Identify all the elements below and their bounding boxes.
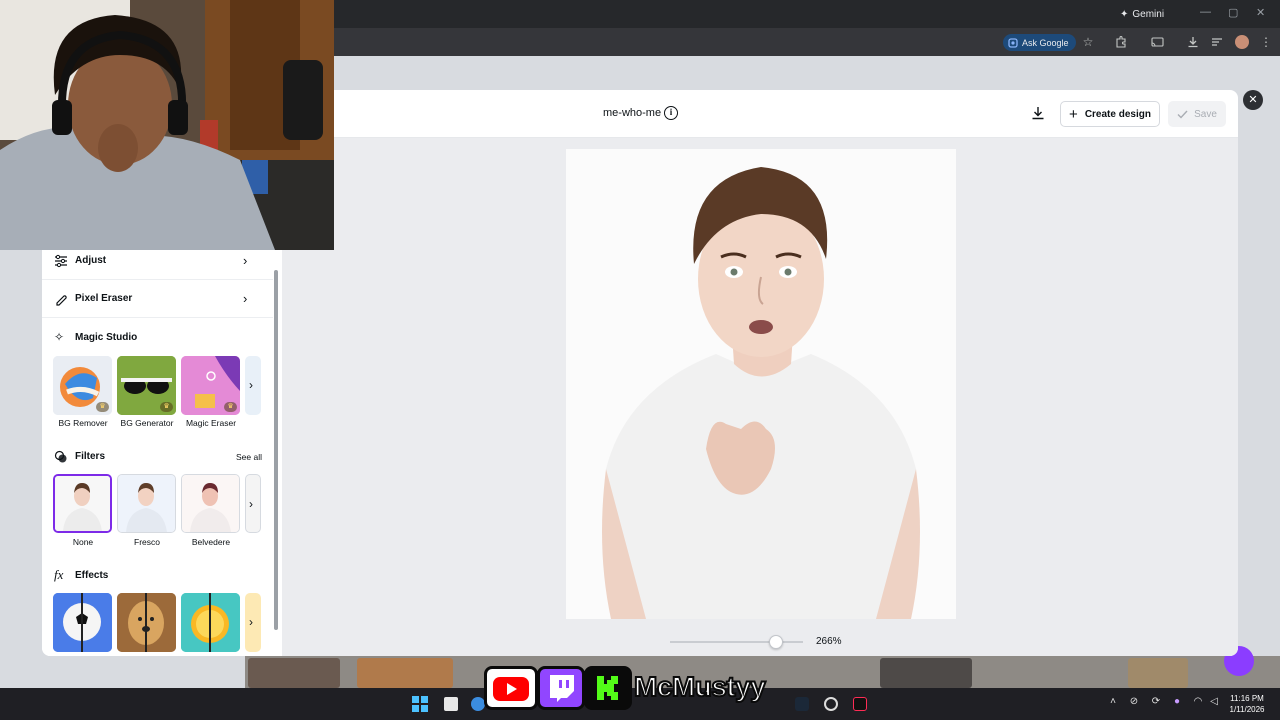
bg-generator-tile[interactable]: ♛ [117,356,176,415]
magic-eraser-tile[interactable]: ♛ [181,356,240,415]
effect-tile[interactable] [53,593,112,652]
adjust-label: Adjust [75,255,107,266]
sliders-icon [55,254,67,267]
steam-taskbar-icon[interactable] [795,697,809,711]
taskbar-clock[interactable]: 11:16 PM 1/11/2026 [1222,693,1272,715]
eraser-icon [56,294,67,306]
gemini-button[interactable]: ✦ Gemini [1120,6,1164,22]
lens-icon [1008,37,1018,48]
file-name: me-who-me [603,107,662,119]
filter-none-tile[interactable] [53,474,112,533]
chevron-right-icon: › [243,291,248,306]
filters-icon [54,450,67,463]
create-design-label: Create design [1084,108,1151,120]
filter-belvedere-label: Belvedere [191,537,231,547]
save-label: Save [1194,108,1217,120]
clock-date: 1/11/2026 [1229,705,1265,714]
extensions-icon[interactable] [1113,34,1129,50]
check-icon [1177,110,1188,119]
design-thumbnail[interactable] [880,658,972,688]
tray-app-icon[interactable]: ⊘ [1127,696,1141,710]
premium-crown-icon: ♛ [160,402,173,412]
panel-scrollbar[interactable] [274,270,278,630]
pixel-eraser-label: Pixel Eraser [75,293,133,304]
reading-list-icon[interactable] [1209,34,1225,50]
effects-title: Effects [75,570,109,581]
design-thumbnail[interactable] [248,658,340,688]
bg-remover-tile[interactable]: ♛ [53,356,112,415]
twitch-badge [537,666,585,710]
minimize-icon[interactable]: — [1200,6,1211,18]
download-icon[interactable] [1185,34,1201,50]
zoom-value[interactable]: 266% [816,636,842,647]
task-view-icon[interactable] [444,697,458,711]
premium-crown-icon: ♛ [224,402,237,412]
filters-see-all-link[interactable]: See all [236,452,262,462]
pixel-eraser-row[interactable]: Pixel Eraser › [42,280,273,318]
edited-photo[interactable] [566,149,956,619]
magic-studio-title: Magic Studio [75,332,138,343]
gemini-label: Gemini [1132,8,1165,20]
windows-start-icon[interactable] [412,696,428,712]
create-design-button[interactable]: + Create design [1060,101,1160,127]
magic-sparkle-icon: ✧ [54,330,65,344]
bookmark-star-icon[interactable]: ☆ [1080,34,1096,50]
close-modal-button[interactable]: ✕ [1243,90,1263,110]
premium-crown-icon: ♛ [96,402,109,412]
filter-belvedere-tile[interactable] [181,474,240,533]
bg-generator-label: BG Generator [120,418,174,428]
tray-sync-icon[interactable]: ⟳ [1149,696,1163,710]
info-icon[interactable]: i [664,106,678,120]
tray-chevron-up-icon[interactable]: ˄ [1106,696,1120,710]
cast-icon[interactable] [1149,34,1165,50]
chevron-right-icon[interactable]: › [244,612,258,632]
effects-fx-icon: fx [54,567,64,582]
save-button[interactable]: Save [1168,101,1226,127]
ask-google-button[interactable]: Ask Google [1003,34,1076,51]
filter-fresco-tile[interactable] [117,474,176,533]
more-menu-icon[interactable]: ⋮ [1258,34,1274,50]
chevron-right-icon[interactable]: › [244,494,258,514]
youtube-badge [484,666,538,710]
kick-badge [584,666,632,710]
clock-time: 11:16 PM [1230,694,1264,703]
wifi-icon[interactable]: ◠ [1191,696,1205,710]
chevron-right-icon: › [243,253,248,268]
chevron-right-icon[interactable]: › [244,375,258,395]
download-icon[interactable] [1030,105,1046,121]
microphone-icon[interactable]: ● [1170,696,1184,710]
plus-icon: + [1069,105,1078,123]
zoom-slider-track[interactable] [670,641,803,643]
obs-taskbar-icon[interactable] [824,697,838,711]
maximize-icon[interactable]: ▢ [1228,6,1238,19]
filters-title: Filters [75,451,106,462]
sparkle-icon: ✦ [1120,8,1129,20]
bg-remover-label: BG Remover [58,418,108,428]
close-window-icon[interactable]: ✕ [1256,6,1265,19]
magic-eraser-label: Magic Eraser [185,418,237,428]
filter-fresco-label: Fresco [134,537,160,547]
effect-tile[interactable] [181,593,240,652]
effect-tile[interactable] [117,593,176,652]
ask-google-label: Ask Google [1022,37,1069,48]
tiktok-taskbar-icon[interactable] [853,697,867,711]
volume-icon[interactable]: ◁ [1207,696,1221,710]
design-thumbnail[interactable] [357,658,453,688]
channel-name: McMustyy [633,670,767,703]
webcam-overlay [0,0,334,250]
filter-none-label: None [72,537,94,547]
profile-avatar[interactable] [1235,35,1249,49]
design-thumbnail[interactable] [1128,658,1188,688]
copilot-icon[interactable] [471,697,485,711]
